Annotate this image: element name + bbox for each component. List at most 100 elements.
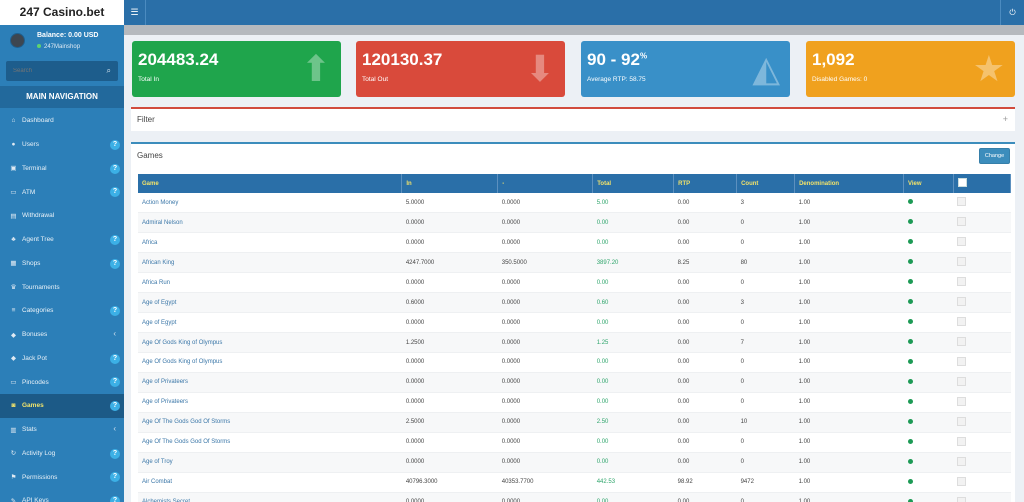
select-cell <box>953 432 1011 453</box>
column-header[interactable]: Total <box>592 174 675 193</box>
sidebar-item-games[interactable]: ◙ Games? <box>0 394 124 418</box>
column-header[interactable]: - <box>497 174 594 193</box>
view-status-icon[interactable] <box>907 478 913 484</box>
column-header[interactable]: Denomination <box>794 174 904 193</box>
column-header[interactable]: RTP <box>673 174 738 193</box>
view-status-icon[interactable] <box>907 498 913 502</box>
row-checkbox[interactable] <box>957 376 967 386</box>
sidebar-item-jack-pot[interactable]: ◆ Jack Pot? <box>0 347 124 371</box>
view-status-icon[interactable] <box>907 299 913 305</box>
game-name[interactable]: Age Of The Gods God Of Storms <box>138 432 402 453</box>
game-name[interactable]: Age of Privateers <box>138 372 402 393</box>
row-checkbox[interactable] <box>957 297 967 307</box>
help-icon[interactable]: ? <box>110 306 120 316</box>
search-input[interactable] <box>6 61 98 81</box>
sidebar-item-terminal[interactable]: ▣ Terminal? <box>0 157 124 181</box>
row-checkbox[interactable] <box>957 277 967 287</box>
view-status-icon[interactable] <box>907 398 913 404</box>
row-checkbox[interactable] <box>957 356 967 366</box>
view-status-icon[interactable] <box>907 279 913 285</box>
help-icon[interactable]: ? <box>110 187 120 198</box>
sidebar-item-users[interactable]: ● Users? <box>0 133 124 157</box>
power-icon[interactable]: ⏻ <box>1000 0 1024 25</box>
app-logo[interactable]: 247 Casino.bet <box>0 0 124 25</box>
sidebar-item-label: API Keys <box>22 497 49 502</box>
total-value: 0.00 <box>592 352 674 373</box>
search-icon[interactable]: ⌕ <box>107 66 111 76</box>
row-checkbox[interactable] <box>957 217 967 227</box>
sidebar-item-bonuses[interactable]: ◆ Bonuses ‹ <box>0 323 124 347</box>
sidebar-item-withdrawal[interactable]: ▤ Withdrawal <box>0 204 124 228</box>
select-cell <box>953 412 1011 433</box>
sidebar-item-agent-tree[interactable]: ♣ Agent Tree? <box>0 228 124 252</box>
trophy-icon: ♛ <box>10 284 17 292</box>
row-checkbox[interactable] <box>957 476 967 486</box>
change-button[interactable]: Change <box>979 148 1010 164</box>
row-checkbox[interactable] <box>957 436 967 446</box>
sidebar-item-stats[interactable]: ▥ Stats ‹ <box>0 418 124 442</box>
view-status-icon[interactable] <box>907 259 913 265</box>
row-checkbox[interactable] <box>957 456 967 466</box>
select-all-checkbox[interactable] <box>957 178 967 187</box>
row-checkbox[interactable] <box>957 416 967 426</box>
expand-icon[interactable]: + <box>1003 114 1008 124</box>
sidebar-item-categories[interactable]: ≡ Categories? <box>0 299 124 323</box>
game-name[interactable]: Age Of Gods King of Olympus <box>138 332 402 353</box>
help-icon[interactable]: ? <box>110 163 120 174</box>
view-status-icon[interactable] <box>907 358 913 364</box>
view-status-icon[interactable] <box>907 378 913 384</box>
sidebar-item-atm[interactable]: ▭ ATM? <box>0 180 124 204</box>
column-header[interactable]: Count <box>736 174 796 193</box>
view-status-icon[interactable] <box>907 219 913 225</box>
game-name[interactable]: Admiral Nelson <box>138 212 402 234</box>
game-name[interactable]: Air Combat <box>138 472 402 493</box>
game-name[interactable]: Age Of Gods King of Olympus <box>138 352 402 373</box>
row-checkbox[interactable] <box>957 257 967 267</box>
view-status-icon[interactable] <box>907 418 913 424</box>
game-name[interactable]: Age of Troy <box>138 452 402 473</box>
game-name[interactable]: Africa Run <box>138 272 402 294</box>
menu-toggle-icon[interactable]: ☰ <box>124 0 146 25</box>
view-status-icon[interactable] <box>907 199 913 205</box>
help-icon[interactable]: ? <box>110 377 120 388</box>
sidebar-item-permissions[interactable]: ⚑ Permissions? <box>0 465 124 489</box>
help-icon[interactable]: ? <box>110 472 120 483</box>
filter-panel[interactable]: Filter + <box>131 107 1015 131</box>
game-name[interactable]: Age of Egypt <box>138 292 402 314</box>
row-checkbox[interactable] <box>957 396 967 406</box>
help-icon[interactable]: ? <box>110 448 120 459</box>
game-name[interactable]: Africa <box>138 232 402 254</box>
sidebar-item-activity-log[interactable]: ↻ Activity Log? <box>0 442 124 466</box>
row-checkbox[interactable] <box>957 496 967 502</box>
game-name[interactable]: Age of Privateers <box>138 392 402 413</box>
game-name[interactable]: Age Of The Gods God Of Storms <box>138 412 402 433</box>
view-status-icon[interactable] <box>907 339 913 345</box>
sidebar-item-pincodes[interactable]: ▭ Pincodes? <box>0 370 124 394</box>
help-icon[interactable]: ? <box>110 258 120 269</box>
help-icon[interactable]: ? <box>110 401 120 411</box>
sidebar-item-shops[interactable]: ▦ Shops? <box>0 252 124 276</box>
sidebar-item-tournaments[interactable]: ♛ Tournaments <box>0 275 124 299</box>
game-name[interactable]: Action Money <box>138 193 402 214</box>
row-checkbox[interactable] <box>957 237 967 247</box>
row-checkbox[interactable] <box>957 337 967 347</box>
help-icon[interactable]: ? <box>110 353 120 364</box>
help-icon[interactable]: ? <box>110 496 120 502</box>
game-name[interactable]: African King <box>138 252 402 274</box>
view-status-icon[interactable] <box>907 239 913 245</box>
game-name[interactable]: Age of Egypt <box>138 312 402 334</box>
row-checkbox[interactable] <box>957 317 967 327</box>
column-header[interactable]: Game <box>138 174 403 193</box>
view-status-icon[interactable] <box>907 438 913 444</box>
view-status-icon[interactable] <box>907 458 913 464</box>
help-icon[interactable]: ? <box>110 234 120 245</box>
column-header[interactable]: In <box>401 174 499 193</box>
row-checkbox[interactable] <box>957 197 967 207</box>
column-header[interactable]: View <box>903 174 954 193</box>
sidebar-item-label: Jack Pot <box>22 354 47 362</box>
view-status-icon[interactable] <box>907 319 913 325</box>
help-icon[interactable]: ? <box>110 139 120 150</box>
game-name[interactable]: Alchemists Secret <box>138 492 402 502</box>
sidebar-item-api-keys[interactable]: ✎ API Keys? <box>0 489 124 502</box>
sidebar-item-dashboard[interactable]: ⌂ Dashboard <box>0 109 124 133</box>
